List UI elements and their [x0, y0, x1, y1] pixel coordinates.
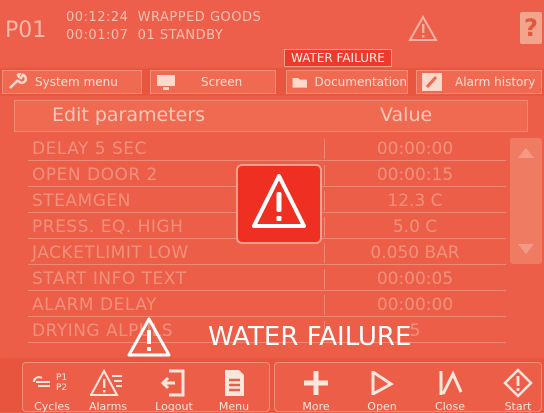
alarm-message: WATER FAILURE [208, 322, 412, 352]
start-label: Start [504, 400, 532, 413]
alarm-history-button[interactable]: Alarm history [416, 70, 542, 94]
parameter-value: 5.0 C [324, 217, 505, 237]
system-menu-button[interactable]: System menu [2, 70, 142, 94]
open-button[interactable]: Open [360, 366, 404, 413]
parameter-value: 0.050 BAR [324, 243, 505, 263]
parameter-value: 12.3 C [324, 191, 505, 211]
menu-label: Menu [218, 400, 250, 413]
parameter-name: STEAMGEN [32, 191, 131, 211]
cycles-icon: P1 P2 [33, 373, 67, 393]
screen-label: Screen [201, 75, 243, 89]
menu-icon [225, 370, 244, 396]
table-row[interactable]: START INFO TEXT 00:00:05 [28, 268, 506, 291]
parameter-value: 00:00:05 [324, 269, 505, 289]
header-warning-icon[interactable] [408, 14, 438, 44]
parameter-value: 00:00:00 [324, 139, 505, 159]
close-label: Close [435, 400, 465, 413]
logout-button[interactable]: Logout [152, 366, 196, 413]
table-row[interactable]: ALARM DELAY 00:00:00 [28, 294, 506, 317]
logout-icon [160, 369, 185, 397]
column-header-value: Value [380, 104, 433, 126]
system-menu-label: System menu [35, 75, 118, 89]
logout-label: Logout [155, 400, 193, 413]
parameter-name: START INFO TEXT [32, 269, 187, 289]
alarms-button[interactable]: Alarms [86, 366, 130, 413]
documentation-button[interactable]: Documentation [286, 70, 408, 94]
alarms-label: Alarms [88, 400, 128, 413]
program-name: WRAPPED GOODS [137, 10, 262, 25]
parameter-value: 00:00:15 [324, 165, 505, 185]
step-time: 00:01:07 [66, 28, 129, 43]
wrench-icon [9, 73, 28, 89]
start-icon [503, 368, 533, 398]
step-name: 01 STANDBY [137, 28, 224, 43]
open-door-icon [371, 370, 394, 396]
alarm-warning-box [236, 164, 322, 244]
alarm-history-label: Alarm history [455, 75, 536, 89]
plus-icon [304, 371, 328, 395]
parameter-value: 00:00:00 [324, 295, 505, 315]
pen-icon [422, 73, 442, 91]
alarm-message-warning-icon [127, 317, 171, 357]
cycles-label: Cycles [34, 400, 70, 413]
station-id: P01 [5, 18, 47, 43]
parameter-name: ALARM DELAY [32, 295, 157, 315]
table-row[interactable]: DELAY 5 SEC 00:00:00 [28, 138, 506, 161]
cycles-p2-label: P2 [56, 383, 67, 393]
close-button[interactable]: Close [428, 366, 472, 413]
help-button[interactable]: ? [520, 12, 542, 44]
parameter-name: OPEN DOOR 2 [32, 165, 158, 185]
cycles-button[interactable]: P1 P2 Cycles [30, 366, 74, 413]
scroll-down-icon[interactable] [516, 242, 536, 256]
program-line: 00:12:24 WRAPPED GOODS [66, 10, 261, 25]
more-label: More [302, 400, 330, 413]
column-header-parameter: Edit parameters [52, 104, 206, 126]
elapsed-time: 00:12:24 [66, 10, 129, 25]
monitor-icon [157, 75, 175, 90]
folder-icon [292, 78, 307, 88]
start-button[interactable]: Start [496, 366, 540, 413]
warning-triangle-icon [252, 174, 306, 228]
parameter-name: DELAY 5 SEC [32, 139, 147, 159]
alarms-icon [90, 368, 122, 396]
screen-button[interactable]: Screen [150, 70, 276, 94]
close-door-icon [439, 370, 463, 395]
menu-button[interactable]: Menu [212, 366, 256, 413]
cycles-p1-label: P1 [56, 373, 67, 383]
more-button[interactable]: More [294, 366, 338, 413]
documentation-label: Documentation [314, 75, 407, 89]
open-label: Open [367, 400, 397, 413]
step-line: 00:01:07 01 STANDBY [66, 28, 223, 43]
alarm-badge: WATER FAILURE [284, 49, 392, 67]
scroll-up-icon[interactable] [516, 146, 536, 160]
scrollbar[interactable] [510, 138, 542, 264]
parameter-name: PRESS. EQ. HIGH [32, 217, 184, 237]
parameter-name: JACKETLIMIT LOW [32, 243, 189, 263]
